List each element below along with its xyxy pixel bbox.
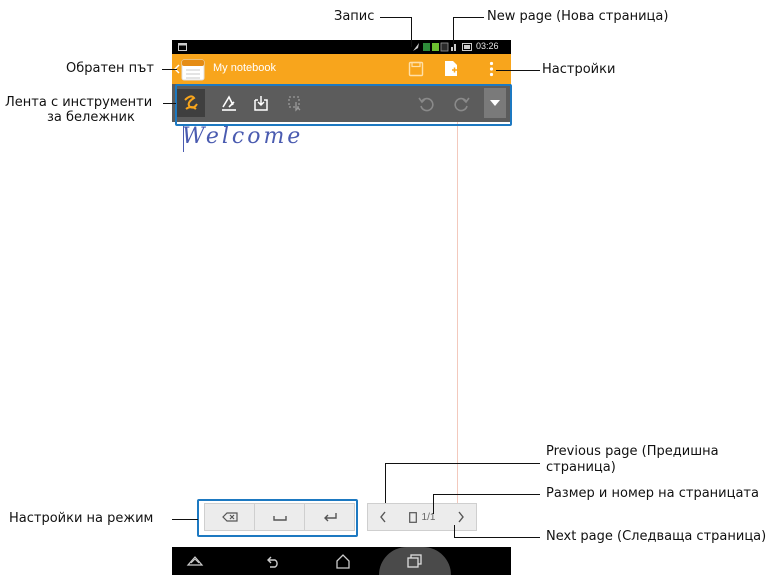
next-page-leader <box>454 537 540 538</box>
system-nav-bar <box>172 547 511 575</box>
notebook-app-icon[interactable] <box>181 59 205 81</box>
page-indicator[interactable]: 1/1 <box>408 511 435 523</box>
notification-icon <box>178 43 187 51</box>
note-page[interactable]: Welcome <box>172 122 511 510</box>
next-page-icon[interactable] <box>457 511 465 523</box>
page-number-leader-v <box>433 494 434 514</box>
save-leader-v <box>411 17 412 47</box>
callout-save: Запис <box>334 9 375 24</box>
prev-page-leader-v <box>385 463 386 503</box>
callout-next-page: Next page (Следваща страница) <box>546 529 767 544</box>
new-page-icon[interactable] <box>443 60 459 77</box>
overflow-menu-icon[interactable] <box>489 61 494 77</box>
recent-apps-nav-button[interactable] <box>404 551 426 571</box>
save-leader <box>380 17 411 18</box>
home-outline-nav-button[interactable] <box>332 551 354 571</box>
status-time: 03:26 <box>476 41 499 51</box>
toolbar-leader <box>163 103 176 104</box>
callout-back: Обратен път <box>66 61 154 76</box>
status-bar: 03:26 <box>172 40 511 54</box>
next-page-leader-v <box>454 525 455 537</box>
callout-settings: Настройки <box>542 62 616 77</box>
mode-leader <box>172 519 198 520</box>
callout-mode-settings: Настройки на режим <box>9 511 154 526</box>
prev-page-leader <box>385 463 540 464</box>
callout-new-page: New page (Нова страница) <box>487 9 669 24</box>
new-page-leader-v <box>453 17 454 47</box>
back-icon <box>267 556 278 568</box>
back-nav-button[interactable] <box>262 551 284 571</box>
new-page-leader <box>453 17 484 18</box>
callout-toolbar-line2: за бележник <box>47 110 135 125</box>
home-nav-button[interactable] <box>184 551 206 571</box>
page-navigation-bar: 1/1 <box>367 503 477 531</box>
page-size-icon <box>408 511 417 523</box>
notebook-title: My notebook <box>213 62 276 74</box>
previous-page-icon[interactable] <box>379 511 387 523</box>
handwritten-text: Welcome <box>182 124 304 149</box>
home-outline-icon <box>336 554 350 569</box>
settings-leader <box>496 70 540 71</box>
save-icon[interactable] <box>408 61 424 77</box>
home-icon <box>186 556 204 566</box>
callout-toolbar-line1: Лента с инструменти <box>5 95 153 110</box>
callout-prev-page-line2: страница) <box>546 460 616 475</box>
battery-icon <box>462 43 472 51</box>
toolbar-highlight <box>175 84 512 126</box>
back-leader <box>162 69 177 70</box>
mode-highlight <box>197 499 358 537</box>
callout-prev-page-line1: Previous page (Предишна <box>546 444 719 459</box>
recent-apps-icon <box>407 554 422 568</box>
page-margin-line <box>457 122 458 510</box>
callout-page-size-number: Размер и номер на страницата <box>546 486 759 501</box>
action-bar: My notebook <box>172 54 511 84</box>
page-number-leader <box>433 494 540 495</box>
